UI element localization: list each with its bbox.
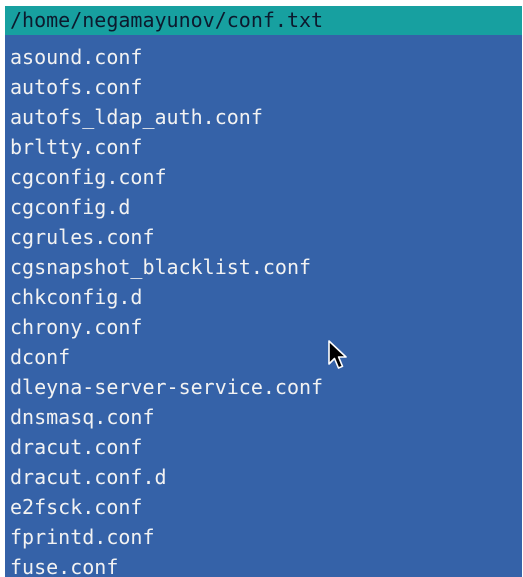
file-line: brltty.conf xyxy=(10,135,143,159)
file-line: autofs.conf xyxy=(10,75,143,99)
file-line: dnsmasq.conf xyxy=(10,405,155,429)
file-line: fuse.conf xyxy=(10,555,119,577)
file-line: asound.conf xyxy=(10,45,143,69)
file-line: cgrules.conf xyxy=(10,225,155,249)
file-line: chrony.conf xyxy=(10,315,143,339)
file-line: dracut.conf xyxy=(10,435,143,459)
file-line: e2fsck.conf xyxy=(10,495,143,519)
file-line: dracut.conf.d xyxy=(10,465,167,489)
file-line: cgconfig.d xyxy=(10,195,131,219)
file-line: dconf xyxy=(10,345,71,369)
file-line: autofs_ldap_auth.conf xyxy=(10,105,263,129)
text-viewer-window: /home/negamayunov/conf.txt asound.conf a… xyxy=(5,6,522,577)
file-line: cgsnapshot_blacklist.conf xyxy=(10,255,312,279)
file-content-list[interactable]: asound.conf autofs.conf autofs_ldap_auth… xyxy=(10,42,323,577)
file-path-title: /home/negamayunov/conf.txt xyxy=(10,8,324,32)
file-line: fprintd.conf xyxy=(10,525,155,549)
title-bar: /home/negamayunov/conf.txt xyxy=(5,6,522,35)
file-line: dleyna-server-service.conf xyxy=(10,375,324,399)
file-line: cgconfig.conf xyxy=(10,165,167,189)
mouse-pointer-icon xyxy=(328,340,347,369)
file-line: chkconfig.d xyxy=(10,285,143,309)
